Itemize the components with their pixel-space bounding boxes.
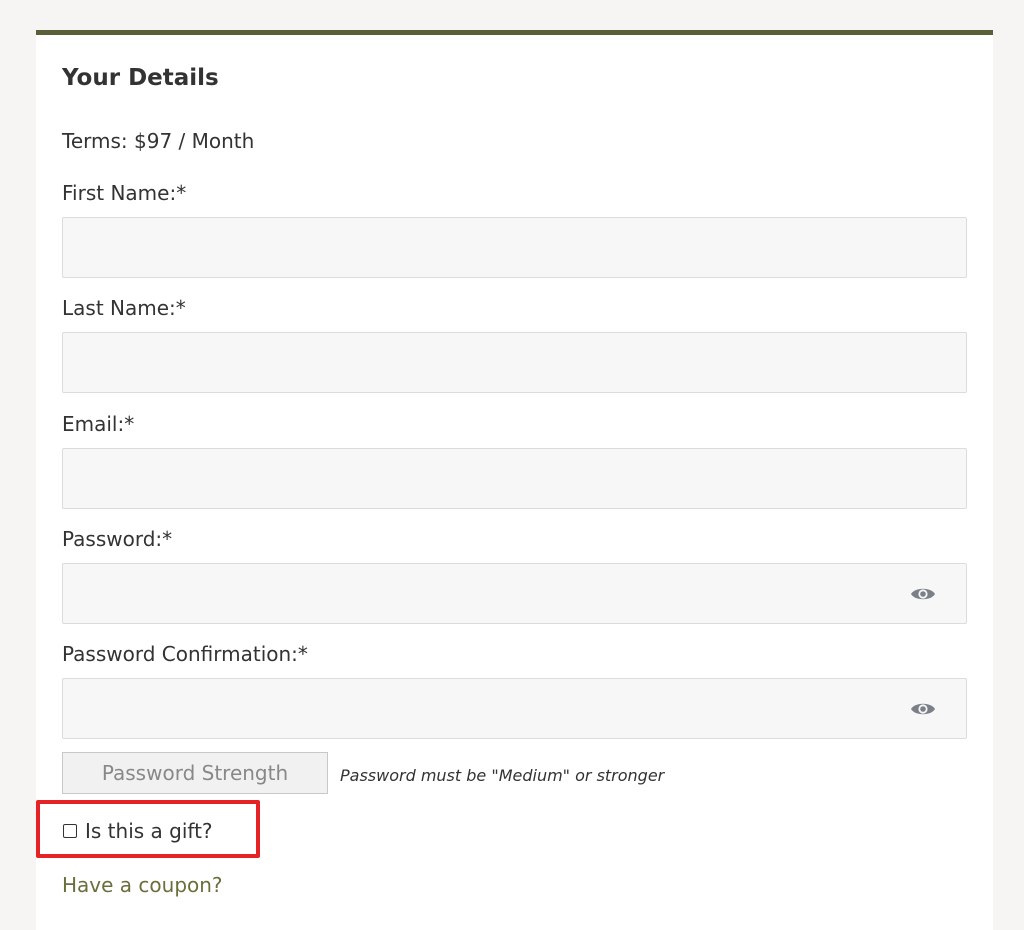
coupon-link[interactable]: Have a coupon? — [62, 873, 223, 897]
email-label: Email:* — [62, 412, 135, 436]
first-name-label: First Name:* — [62, 181, 187, 205]
password-input[interactable] — [62, 563, 967, 624]
email-input[interactable] — [62, 448, 967, 509]
password-label: Password:* — [62, 527, 173, 551]
last-name-label: Last Name:* — [62, 296, 186, 320]
gift-option[interactable]: Is this a gift? — [63, 819, 213, 843]
gift-checkbox[interactable] — [63, 824, 77, 838]
eye-icon[interactable] — [910, 585, 936, 603]
terms-text: Terms: $97 / Month — [62, 129, 255, 153]
first-name-input[interactable] — [62, 217, 967, 278]
gift-label: Is this a gift? — [85, 819, 213, 843]
password-confirmation-input[interactable] — [62, 678, 967, 739]
eye-icon[interactable] — [910, 700, 936, 718]
password-strength-note: Password must be "Medium" or stronger — [340, 766, 665, 785]
section-title: Your Details — [62, 65, 219, 91]
password-strength-meter: Password Strength — [62, 752, 328, 794]
details-form-card: Your Details Terms: $97 / Month First Na… — [36, 30, 993, 930]
password-confirmation-label: Password Confirmation:* — [62, 642, 308, 666]
last-name-input[interactable] — [62, 332, 967, 393]
